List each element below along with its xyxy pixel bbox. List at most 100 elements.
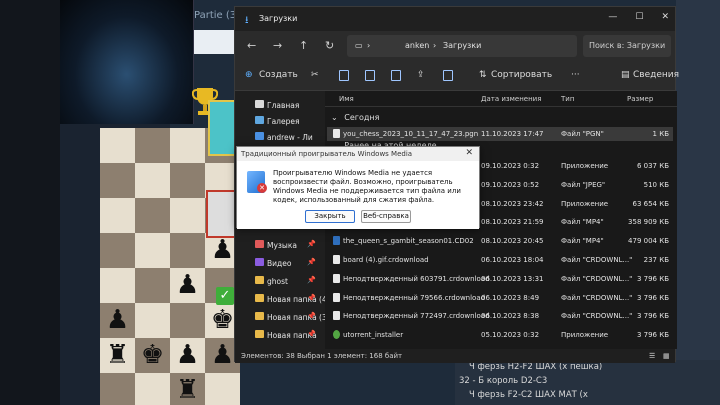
- sort-button[interactable]: Сортировать: [491, 70, 552, 80]
- music-icon: [255, 240, 264, 248]
- tiles-view-icon[interactable]: ▦: [663, 352, 670, 360]
- board-square[interactable]: [100, 163, 135, 198]
- board-square[interactable]: [205, 373, 240, 405]
- pin-icon[interactable]: 📌: [307, 276, 316, 284]
- board-square[interactable]: [135, 198, 170, 233]
- details-view-icon[interactable]: ☰: [649, 352, 655, 360]
- board-square[interactable]: [135, 373, 170, 405]
- chess-piece-icon[interactable]: ♟: [170, 268, 205, 303]
- file-type: Файл "CRDOWNL...": [561, 256, 633, 264]
- file-size: 3 796 КБ: [636, 331, 669, 340]
- rename-icon[interactable]: [391, 70, 401, 81]
- breadcrumb-folder[interactable]: Загрузки: [443, 41, 481, 50]
- title-bar[interactable]: ⭳ Загрузки — ☐ ✕: [235, 7, 675, 31]
- sidebar-item[interactable]: Новая папка (3) 📌: [243, 311, 330, 325]
- column-type[interactable]: Тип: [561, 95, 574, 103]
- pin-icon[interactable]: 📌: [307, 294, 316, 302]
- sidebar-item[interactable]: Новая папка 📌: [243, 329, 323, 343]
- search-input[interactable]: Поиск в: Загрузки: [583, 35, 671, 57]
- file-row[interactable]: you_chess_2023_10_11_17_47_23.pgn 11.10.2…: [327, 127, 673, 141]
- board-square[interactable]: [135, 303, 170, 338]
- file-date: 06.10.2023 8:38: [481, 312, 540, 321]
- file-size: 479 004 КБ: [628, 237, 669, 246]
- chess-piece-icon[interactable]: ♚: [135, 338, 170, 373]
- sidebar-item[interactable]: Галерея: [243, 115, 323, 129]
- video-icon: [255, 258, 264, 266]
- sidebar-item[interactable]: Новая папка (4) 📌: [243, 293, 330, 307]
- file-row[interactable]: board (4).gif.crdownload 06.10.2023 18:04…: [327, 253, 673, 267]
- board-square[interactable]: [100, 198, 135, 233]
- up-button[interactable]: ↑: [299, 39, 308, 52]
- paste-icon[interactable]: [365, 70, 375, 81]
- file-file-icon: [333, 292, 340, 302]
- file-row[interactable]: utorrent_installer 05.10.2023 0:32 Приложе…: [327, 328, 673, 342]
- close-dialog-button[interactable]: Закрыть: [305, 210, 355, 223]
- board-square[interactable]: [170, 303, 205, 338]
- back-button[interactable]: ←: [247, 39, 256, 52]
- web-help-button[interactable]: Веб-справка: [361, 210, 411, 223]
- board-square[interactable]: [135, 128, 170, 163]
- sidebar-item[interactable]: ghost 📌: [243, 275, 323, 289]
- pin-icon[interactable]: 📌: [307, 312, 316, 320]
- board-square[interactable]: [170, 198, 205, 233]
- checkmark-icon[interactable]: ✓: [216, 287, 234, 305]
- file-size: 237 КБ: [643, 256, 669, 264]
- file-file-icon: [333, 273, 340, 283]
- board-square[interactable]: [170, 163, 205, 198]
- board-square[interactable]: [100, 373, 135, 405]
- chess-piece-icon[interactable]: ♟: [170, 338, 205, 373]
- board-square[interactable]: [170, 233, 205, 268]
- chess-board[interactable]: ♟ ♟ ♟ ♚ ♜ ♚ ♟ ♟ ♜: [100, 128, 240, 405]
- video-player[interactable]: [60, 0, 194, 124]
- file-row[interactable]: Неподтвержденный 79566.crdownload 06.10.2…: [327, 291, 673, 305]
- move-line: 32 - Б король D2-C3: [459, 376, 548, 386]
- file-vid-icon: [333, 236, 340, 246]
- pin-icon[interactable]: 📌: [307, 240, 316, 248]
- file-size: 3 796 КБ: [636, 293, 669, 302]
- delete-icon[interactable]: [443, 70, 453, 81]
- board-square[interactable]: [100, 233, 135, 268]
- sidebar-item[interactable]: Музыка 📌: [243, 239, 323, 253]
- file-row[interactable]: Неподтвержденный 603791.crdownload 06.10.…: [327, 272, 673, 286]
- column-name[interactable]: Имя: [339, 95, 354, 103]
- share-icon[interactable]: ⇪: [417, 70, 425, 80]
- sidebar-item[interactable]: andrew - Ли: [243, 131, 323, 145]
- search-placeholder: Поиск в: Загрузки: [589, 41, 666, 50]
- minimize-button[interactable]: —: [608, 12, 617, 22]
- chess-piece-icon[interactable]: ♜: [170, 373, 205, 405]
- create-button[interactable]: Создать: [259, 70, 298, 80]
- pin-icon[interactable]: 📌: [307, 330, 316, 338]
- forward-button[interactable]: →: [273, 39, 282, 52]
- copy-icon[interactable]: [339, 70, 349, 81]
- dialog-close-button[interactable]: ✕: [465, 148, 473, 158]
- address-bar[interactable]: ▭ › anken › Загрузки: [347, 35, 577, 57]
- maximize-button[interactable]: ☐: [635, 12, 643, 22]
- column-size[interactable]: Размер: [627, 95, 653, 103]
- close-button[interactable]: ✕: [661, 12, 669, 22]
- sidebar-item-label: Новая папка (3): [267, 313, 330, 322]
- sidebar-item[interactable]: Видео 📌: [243, 257, 323, 271]
- board-square[interactable]: [170, 128, 205, 163]
- sidebar-item[interactable]: Главная: [243, 99, 323, 113]
- pin-icon[interactable]: 📌: [307, 258, 316, 266]
- board-square[interactable]: [135, 268, 170, 303]
- cut-icon[interactable]: ✂: [311, 70, 319, 80]
- file-row[interactable]: the_queen_s_gambit_season01.CD02 08.10.20…: [327, 234, 673, 248]
- file-date: 05.10.2023 0:32: [481, 331, 540, 340]
- file-row[interactable]: Неподтвержденный 772497.crdownload 06.10.…: [327, 309, 673, 323]
- column-date[interactable]: Дата изменения: [481, 95, 541, 103]
- details-button[interactable]: Сведения: [633, 70, 679, 80]
- gallery-icon: [255, 116, 264, 124]
- more-button[interactable]: ···: [571, 70, 580, 80]
- group-today[interactable]: ⌄ Сегодня: [331, 113, 379, 122]
- board-square[interactable]: [100, 268, 135, 303]
- chess-piece-icon[interactable]: ♟: [100, 303, 135, 338]
- board-square[interactable]: [135, 163, 170, 198]
- sidebar-item-label: Музыка: [267, 241, 297, 250]
- chess-piece-icon[interactable]: ♜: [100, 338, 135, 373]
- breadcrumb-user[interactable]: anken: [405, 41, 429, 50]
- refresh-button[interactable]: ↻: [325, 39, 334, 52]
- file-name: you_chess_2023_10_11_17_47_23.pgn: [343, 130, 479, 138]
- board-square[interactable]: [100, 128, 135, 163]
- board-square[interactable]: [135, 233, 170, 268]
